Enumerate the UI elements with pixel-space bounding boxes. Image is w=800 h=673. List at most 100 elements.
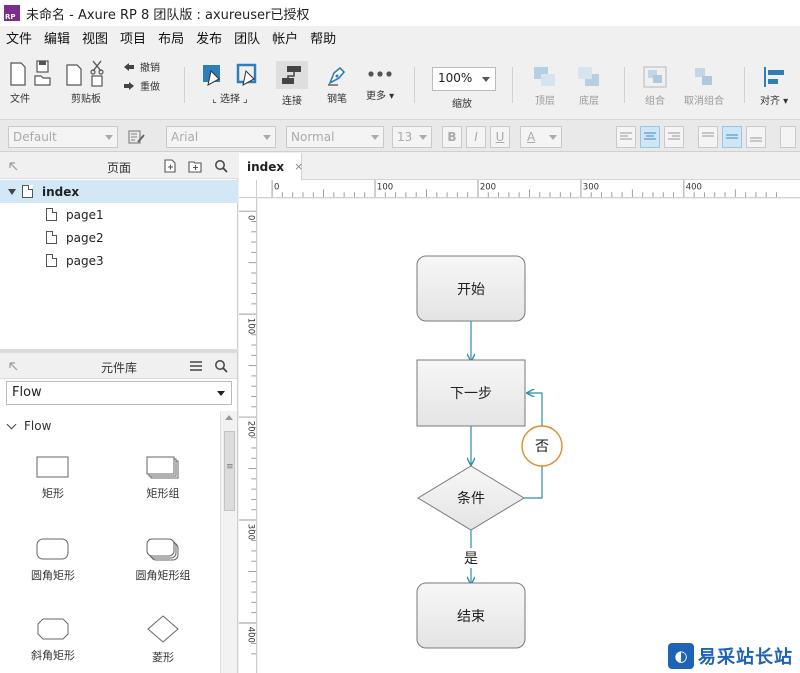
widget-rounded-rectangle[interactable]: 圆角矩形	[3, 537, 103, 583]
search-icon[interactable]	[214, 159, 228, 173]
connect-button[interactable]: 连接	[276, 61, 308, 107]
scroll-up-icon[interactable]	[225, 415, 233, 420]
window-title: 未命名 - Axure RP 8 团队版 : axureuser已授权	[26, 7, 310, 23]
page-tree-item-index[interactable]: index	[0, 180, 238, 203]
widget-bevel-rectangle[interactable]: 斜角矩形	[3, 617, 103, 663]
design-canvas[interactable]: 开始 下一步 条件 结束 否 是	[258, 199, 800, 673]
page-tree-item-page1[interactable]: page1	[0, 203, 238, 226]
tab-index[interactable]: index ×	[239, 153, 303, 180]
flowchart: 开始 下一步 条件 结束 否 是	[416, 255, 563, 649]
menu-account[interactable]: 帐户	[272, 28, 298, 47]
menu-file[interactable]: 文件	[6, 28, 32, 47]
page-tree-label: page2	[66, 230, 104, 245]
align-text-left-button[interactable]	[616, 126, 636, 148]
widget-library-panel: 元件库 Flow Flow 矩形 矩形组 圆角矩形 圆角矩形组 斜角矩形 菱形	[0, 353, 238, 673]
bring-to-front-button[interactable]: 顶层	[532, 65, 558, 107]
widget-rounded-rectangle-group[interactable]: 圆角矩形组	[113, 537, 213, 583]
add-page-icon[interactable]	[163, 159, 177, 173]
library-panel-header: 元件库	[0, 353, 237, 379]
style-select[interactable]: Default	[8, 126, 118, 148]
add-folder-icon[interactable]	[188, 159, 202, 173]
send-to-back-button[interactable]: 底层	[576, 65, 602, 107]
bold-button[interactable]: B	[442, 126, 462, 148]
search-icon[interactable]	[214, 359, 228, 373]
flow-node-next-step[interactable]: 下一步	[416, 359, 526, 427]
yes-label[interactable]: 是	[464, 551, 478, 567]
chevron-down-icon	[371, 135, 379, 140]
ungroup-label: 取消组合	[684, 96, 724, 107]
widget-label: 圆角矩形组	[135, 569, 191, 582]
valign-top-button[interactable]	[698, 126, 718, 148]
align-left-icon	[764, 67, 785, 87]
overflow-format-button[interactable]	[780, 126, 796, 148]
ungroup-button[interactable]: 取消组合	[684, 65, 724, 107]
widget-diamond[interactable]: 菱形	[113, 615, 213, 665]
align-text-center-button[interactable]	[640, 126, 660, 148]
menu-publish[interactable]: 发布	[196, 28, 222, 47]
font-weight-select[interactable]: Normal	[286, 126, 384, 148]
scrollbar-thumb[interactable]	[224, 431, 235, 511]
select-button[interactable]: ⌞ 选择 ⌟	[198, 63, 262, 105]
italic-button[interactable]: I	[466, 126, 486, 148]
chevron-down-icon	[549, 135, 557, 140]
menu-project[interactable]: 项目	[120, 28, 146, 47]
zoom-select[interactable]: 100%	[432, 67, 496, 91]
pen-icon	[328, 66, 346, 86]
font-family-value: Arial	[171, 130, 199, 144]
flow-node-end[interactable]: 结束	[416, 582, 526, 649]
menu-icon[interactable]	[189, 359, 203, 373]
connect-highlight	[276, 61, 308, 89]
library-select[interactable]: Flow	[6, 381, 232, 405]
file-button[interactable]: 文件	[8, 59, 52, 105]
valign-middle-button[interactable]	[722, 126, 742, 148]
toolbar-separator	[744, 67, 745, 103]
undo-button[interactable]: 撤销	[122, 59, 160, 74]
no-label-circle[interactable]: 否	[521, 425, 563, 467]
flow-node-start[interactable]: 开始	[416, 255, 526, 322]
widget-label: 菱形	[152, 651, 174, 664]
text-color-button[interactable]: A	[520, 126, 562, 148]
pen-button[interactable]: 钢笔	[326, 65, 348, 105]
widget-rectangle[interactable]: 矩形	[3, 455, 103, 501]
chevron-down-icon	[6, 419, 17, 429]
redo-button[interactable]: 重做	[122, 78, 160, 93]
library-scrollbar[interactable]	[220, 411, 237, 673]
style-editor-icon[interactable]	[128, 129, 146, 145]
clipboard-button[interactable]: 剪贴板	[64, 59, 108, 105]
underline-button[interactable]: U	[490, 126, 510, 148]
widget-rectangle-group[interactable]: 矩形组	[113, 455, 213, 501]
menu-edit[interactable]: 编辑	[44, 28, 70, 47]
ruler-corner	[239, 180, 257, 198]
align-text-right-button[interactable]	[664, 126, 684, 148]
group-button[interactable]: 组合	[642, 65, 668, 107]
expand-arrow-icon[interactable]	[8, 188, 16, 195]
send-to-back-icon	[578, 67, 599, 86]
toolbar-separator	[624, 67, 625, 103]
redo-icon	[124, 81, 134, 90]
align-label: 对齐 ▾	[760, 96, 789, 107]
more-button[interactable]: 更多 ▾	[366, 69, 394, 102]
menu-help[interactable]: 帮助	[310, 28, 336, 47]
connect-label: 连接	[282, 96, 302, 107]
menu-arrange[interactable]: 布局	[158, 28, 184, 47]
flow-node-condition[interactable]: 条件	[417, 465, 525, 531]
close-icon[interactable]: ×	[294, 160, 303, 173]
page-tree-item-page3[interactable]: page3	[0, 249, 238, 272]
watermark-text: 易采站长站	[698, 646, 793, 668]
font-size-select[interactable]: 13	[392, 126, 432, 148]
font-family-select[interactable]: Arial	[166, 126, 276, 148]
page-tree-item-page2[interactable]: page2	[0, 226, 238, 249]
menu-team[interactable]: 团队	[234, 28, 260, 47]
widget-label: 矩形组	[146, 487, 180, 500]
library-group-flow[interactable]: Flow	[6, 419, 51, 433]
node-label: 下一步	[450, 386, 492, 402]
no-label: 否	[535, 439, 549, 455]
valign-top-icon	[702, 132, 714, 137]
library-select-value: Flow	[12, 385, 42, 400]
collapse-panel-icon[interactable]	[9, 162, 19, 172]
collapse-panel-icon[interactable]	[9, 362, 19, 372]
menu-view[interactable]: 视图	[82, 28, 108, 47]
align-button[interactable]: 对齐 ▾	[760, 65, 788, 107]
menu-bar: 文件 编辑 视图 项目 布局 发布 团队 帐户 帮助	[0, 26, 800, 49]
valign-bottom-button[interactable]	[746, 126, 766, 148]
